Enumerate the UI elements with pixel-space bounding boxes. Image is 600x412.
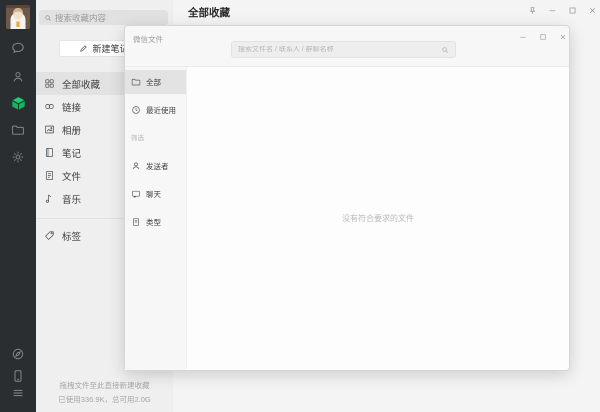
search-icon	[441, 46, 449, 54]
search-icon	[44, 14, 52, 22]
maximize-icon	[539, 33, 547, 41]
dialog-header: 微信文件	[125, 26, 569, 67]
dialog-nav-label: 全部	[146, 77, 161, 88]
sidebar-item-label: 链接	[62, 100, 81, 114]
dialog-search-input[interactable]	[238, 46, 437, 53]
phone-icon	[11, 369, 25, 383]
compass-icon	[11, 347, 25, 361]
close-icon	[588, 6, 597, 15]
files-icon	[44, 170, 55, 181]
empty-state-text: 没有符合要求的文件	[342, 213, 414, 224]
page-title: 全部收藏	[188, 5, 230, 20]
favorites-icon	[11, 96, 26, 111]
wechat-app-window: 新建笔记 全部收藏 链接 相册	[0, 0, 600, 412]
more-menu-button[interactable]	[0, 382, 36, 404]
dialog-search-box[interactable]	[231, 41, 456, 58]
sidebar-item-label: 标签	[62, 229, 81, 243]
notes-icon	[44, 147, 55, 158]
filter-item-sender[interactable]: 发送者	[125, 154, 186, 178]
minimize-icon	[548, 6, 557, 15]
menu-icon	[11, 386, 25, 400]
window-controls	[525, 4, 599, 16]
filter-item-label: 发送者	[146, 161, 169, 172]
dialog-minimize-button[interactable]	[515, 30, 531, 44]
filter-item-label: 类型	[146, 217, 161, 228]
dialog-maximize-button[interactable]	[535, 30, 551, 44]
drag-hint-text: 拖拽文件至此直接新建收藏	[36, 379, 173, 393]
dialog-filter-group: 发送者 聊天 类型	[125, 154, 186, 234]
dialog-nav-label: 最近使用	[146, 105, 176, 116]
contacts-icon	[11, 70, 25, 84]
sidebar-item-label: 文件	[62, 169, 81, 183]
pencil-icon	[79, 44, 88, 53]
wechat-files-dialog: 微信文件	[124, 25, 570, 371]
dialog-nav-group: 全部 最近使用	[125, 70, 186, 122]
favorites-search-box[interactable]	[39, 10, 168, 25]
filter-item-chat[interactable]: 聊天	[125, 182, 186, 206]
clock-icon	[131, 105, 141, 115]
sidebar-item-label: 音乐	[62, 192, 81, 206]
pin-icon	[528, 6, 537, 15]
dialog-title: 微信文件	[133, 34, 163, 45]
sender-icon	[131, 161, 141, 171]
dialog-nav-recent[interactable]: 最近使用	[125, 98, 186, 122]
settings-icon	[11, 150, 25, 164]
sidebar-item-label: 全部收藏	[62, 77, 100, 91]
avatar-illustration	[6, 5, 30, 29]
storage-info-text: 已使用336.9K，总可用2.0G	[36, 393, 173, 407]
sidebar-footer: 拖拽文件至此直接新建收藏 已使用336.9K，总可用2.0G	[36, 379, 173, 407]
chat-icon	[11, 41, 25, 55]
minimize-icon	[519, 33, 527, 41]
photos-icon	[44, 124, 55, 135]
folder-icon	[131, 77, 141, 87]
grid-icon	[44, 78, 55, 89]
dialog-close-button[interactable]	[555, 30, 571, 44]
avatar[interactable]	[6, 5, 30, 29]
minimize-window-button[interactable]	[545, 4, 559, 16]
filter-item-label: 聊天	[146, 189, 161, 200]
contacts-nav-button[interactable]	[0, 66, 36, 88]
dialog-nav-all[interactable]: 全部	[125, 70, 186, 94]
music-icon	[44, 193, 55, 204]
type-icon	[131, 217, 141, 227]
pin-window-button[interactable]	[525, 4, 539, 16]
dialog-nav: 全部 最近使用 筛选 发送者	[125, 67, 187, 370]
app-rail	[0, 0, 36, 412]
files-nav-button[interactable]	[0, 119, 36, 141]
link-icon	[44, 101, 55, 112]
filter-section-label: 筛选	[131, 135, 186, 143]
chat-icon	[131, 189, 141, 199]
close-icon	[559, 33, 567, 41]
favorites-search-input[interactable]	[55, 13, 163, 23]
sidebar-item-label: 相册	[62, 123, 81, 137]
settings-nav-button[interactable]	[0, 146, 36, 168]
sidebar-item-label: 笔记	[62, 146, 81, 160]
filter-item-type[interactable]: 类型	[125, 210, 186, 234]
close-window-button[interactable]	[585, 4, 599, 16]
chats-nav-button[interactable]	[0, 37, 36, 59]
maximize-icon	[568, 6, 577, 15]
tag-icon	[44, 230, 55, 241]
favorites-nav-button[interactable]	[0, 92, 36, 114]
moments-nav-button[interactable]	[0, 343, 36, 365]
folder-icon	[11, 123, 25, 137]
dialog-window-controls	[515, 30, 571, 44]
maximize-window-button[interactable]	[565, 4, 579, 16]
dialog-results-area: 没有符合要求的文件	[187, 67, 569, 370]
